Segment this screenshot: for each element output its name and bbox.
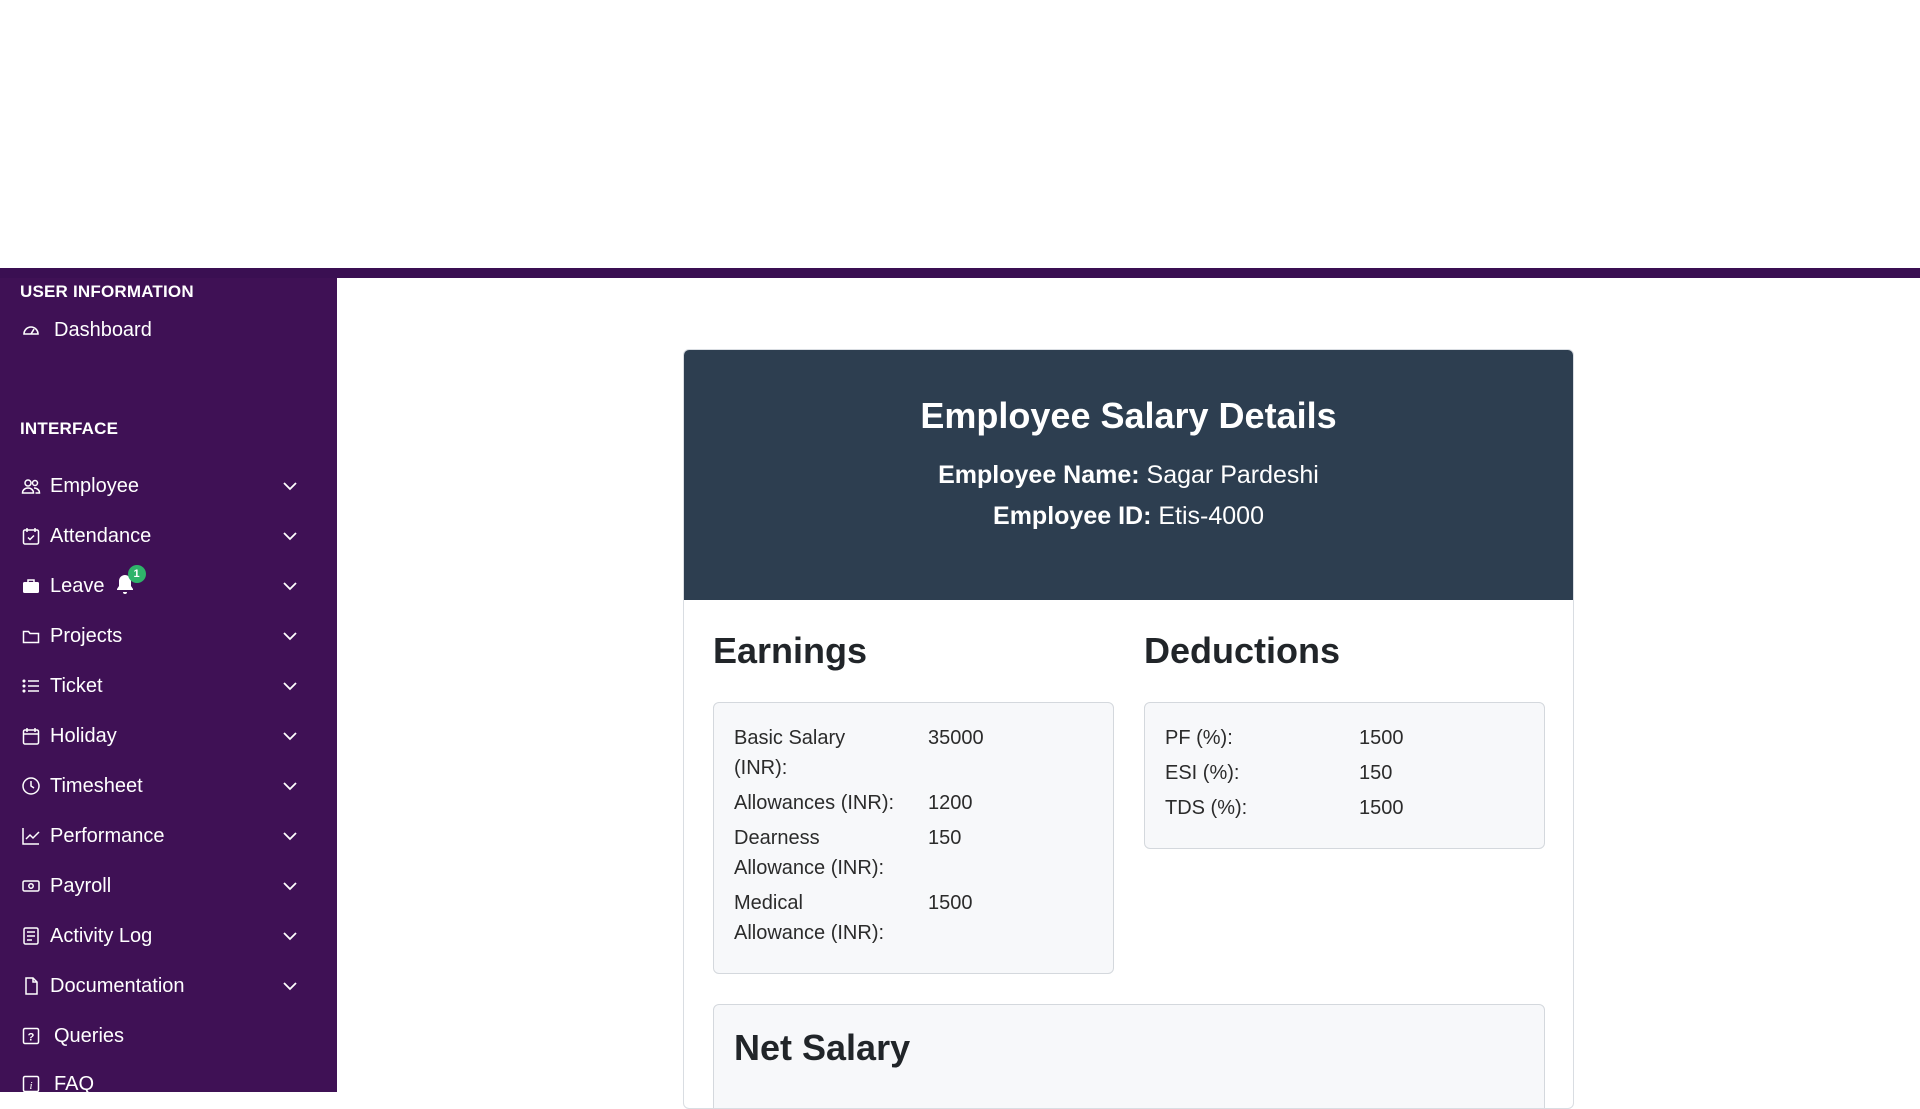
- deductions-box: PF (%): 1500 ESI (%): 150 TDS (%): 1500: [1144, 702, 1545, 849]
- chevron-down-icon: [283, 732, 297, 741]
- earnings-heading: Earnings: [713, 630, 868, 671]
- net-salary-box: Net Salary: [713, 1004, 1545, 1108]
- sidebar-item-label: Ticket: [50, 674, 103, 697]
- earnings-label-line: Allowance (INR):: [734, 922, 885, 944]
- page-title: Employee Salary Details: [920, 395, 1337, 436]
- briefcase-icon: [20, 575, 42, 597]
- earnings-label-line: Medical: [734, 892, 803, 914]
- sidebar-item-attendance[interactable]: Attendance: [20, 516, 300, 556]
- sidebar-item-label: Performance: [50, 824, 165, 847]
- earnings-box: Basic Salary (INR): 35000 Allowances (IN…: [713, 702, 1114, 974]
- users-icon: [20, 475, 42, 497]
- chart-line-icon: [20, 825, 42, 847]
- sidebar-item-employee[interactable]: Employee: [20, 466, 300, 506]
- calendar-check-icon: [20, 525, 42, 547]
- chevron-down-icon: [283, 682, 297, 691]
- salary-details-card: Employee Salary Details Employee Name: S…: [683, 349, 1574, 1109]
- deductions-label: PF (%):: [1165, 727, 1233, 749]
- earnings-label-line: Basic Salary: [734, 727, 846, 749]
- sidebar: USER INFORMATION Dashboard INTERFACE Emp…: [0, 278, 337, 1092]
- earnings-label-line: Allowances (INR):: [734, 792, 895, 814]
- calendar-icon: [20, 725, 42, 747]
- sidebar-item-ticket[interactable]: Ticket: [20, 666, 300, 706]
- deductions-value: 150: [1359, 762, 1393, 784]
- sidebar-item-timesheet[interactable]: Timesheet: [20, 766, 300, 806]
- chevron-down-icon: [283, 582, 297, 591]
- earnings-label-line: (INR):: [734, 757, 788, 779]
- question-icon: ?: [20, 1025, 42, 1047]
- top-navbar-strip: [0, 268, 1920, 278]
- earnings-value: 1200: [928, 792, 973, 814]
- net-salary-heading: Net Salary: [734, 1027, 911, 1068]
- sidebar-item-holiday[interactable]: Holiday: [20, 716, 300, 756]
- money-icon: [20, 875, 42, 897]
- employee-name-line: Employee Name: Sagar Pardeshi: [684, 461, 1573, 490]
- folder-icon: [20, 625, 42, 647]
- sidebar-item-faq[interactable]: i FAQ: [20, 1064, 300, 1092]
- sidebar-item-label: Queries: [54, 1024, 125, 1047]
- file-icon: [20, 975, 42, 997]
- deductions-label: TDS (%):: [1165, 797, 1248, 819]
- deductions-value: 1500: [1359, 727, 1404, 749]
- svg-text:?: ?: [28, 1032, 35, 1044]
- chevron-down-icon: [283, 932, 297, 941]
- earnings-value: 1500: [928, 892, 973, 914]
- chevron-down-icon: [283, 832, 297, 841]
- sidebar-item-label: Employee: [50, 474, 139, 497]
- sidebar-item-label: Payroll: [50, 874, 112, 897]
- sidebar-item-label: Leave: [50, 574, 105, 597]
- deductions-label: ESI (%):: [1165, 762, 1240, 784]
- sidebar-item-projects[interactable]: Projects: [20, 616, 300, 656]
- chevron-down-icon: [283, 482, 297, 491]
- sidebar-item-documentation[interactable]: Documentation: [20, 966, 300, 1006]
- sidebar-item-label: Timesheet: [50, 774, 143, 797]
- top-blank-area: [0, 0, 1920, 268]
- deductions-value: 1500: [1359, 797, 1404, 819]
- sidebar-item-label: Projects: [50, 624, 123, 647]
- sidebar-item-label: Dashboard: [54, 318, 152, 341]
- sidebar-item-payroll[interactable]: Payroll: [20, 866, 300, 906]
- earnings-value: 150: [928, 827, 962, 849]
- sidebar-item-label: Activity Log: [50, 924, 153, 947]
- salary-card-header: Employee Salary Details Employee Name: S…: [684, 350, 1573, 600]
- employee-id-value: Etis-4000: [1151, 502, 1264, 530]
- chevron-down-icon: [283, 532, 297, 541]
- notification-count-badge: 1: [127, 565, 146, 583]
- employee-name-value: Sagar Pardeshi: [1139, 461, 1319, 489]
- log-icon: [20, 925, 42, 947]
- sidebar-item-label: Documentation: [50, 974, 185, 997]
- chevron-down-icon: [283, 982, 297, 991]
- employee-id-label: Employee ID:: [993, 502, 1152, 530]
- sidebar-item-leave[interactable]: Leave 1: [20, 565, 300, 606]
- deductions-heading: Deductions: [1144, 630, 1341, 671]
- clock-icon: [20, 775, 42, 797]
- earnings-label: Allowances (INR):: [734, 788, 924, 818]
- earnings-label: Dearness Allowance (INR):: [734, 823, 914, 883]
- info-icon: i: [20, 1073, 42, 1092]
- svg-text:i: i: [29, 1080, 32, 1092]
- user-info-heading: USER INFORMATION: [20, 282, 194, 301]
- sidebar-item-dashboard[interactable]: Dashboard: [20, 310, 300, 350]
- notification-bell[interactable]: 1: [113, 565, 146, 599]
- earnings-label-line: Allowance (INR):: [734, 857, 885, 879]
- interface-heading: INTERFACE: [20, 419, 119, 438]
- sidebar-item-label: FAQ: [54, 1072, 95, 1093]
- chevron-down-icon: [283, 782, 297, 791]
- employee-id-line: Employee ID: Etis-4000: [684, 502, 1573, 531]
- employee-name-label: Employee Name:: [938, 461, 1140, 489]
- sidebar-item-label: Attendance: [50, 524, 152, 547]
- chevron-down-icon: [283, 882, 297, 891]
- sidebar-item-performance[interactable]: Performance: [20, 816, 300, 856]
- earnings-label: Medical Allowance (INR):: [734, 888, 914, 948]
- chevron-down-icon: [283, 632, 297, 641]
- earnings-label: Basic Salary (INR):: [734, 723, 914, 783]
- earnings-value: 35000: [928, 727, 984, 749]
- sidebar-item-queries[interactable]: ? Queries: [20, 1016, 300, 1056]
- dashboard-gauge-icon: [20, 319, 42, 341]
- sidebar-item-label: Holiday: [50, 724, 117, 747]
- list-icon: [20, 675, 42, 697]
- earnings-label-line: Dearness: [734, 827, 820, 849]
- sidebar-item-activity-log[interactable]: Activity Log: [20, 916, 300, 956]
